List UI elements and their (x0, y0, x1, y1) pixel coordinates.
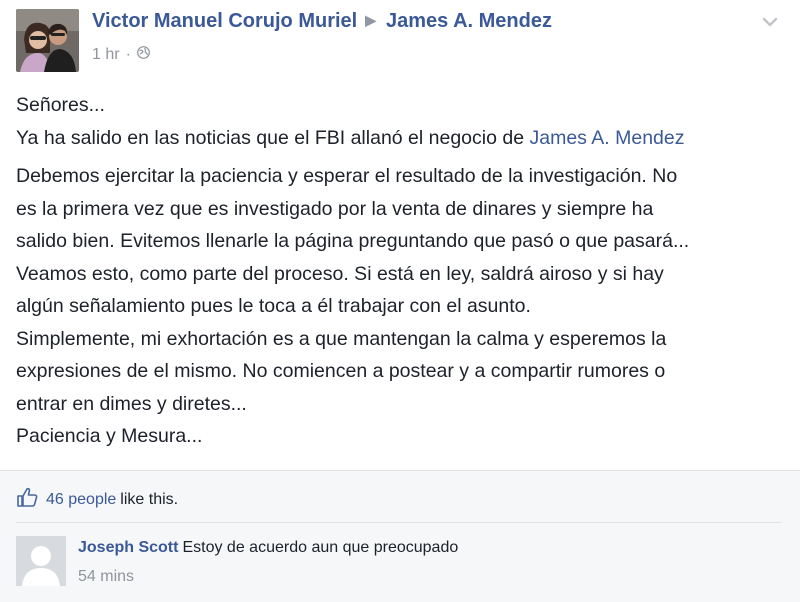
post-line-with-mention: Ya ha salido en las noticias que el FBI … (16, 126, 685, 149)
post-card: Victor Manuel Corujo Muriel ▶ James A. Men… (0, 0, 800, 470)
comment-text: Estoy de acuerdo aun que preocupado (182, 539, 459, 556)
post-line: Paciencia y Mesura... (16, 425, 203, 447)
post-line: salido bien. Evitemos llenarle la página… (16, 230, 690, 252)
like-count-link[interactable]: 46 people (46, 491, 116, 509)
likes-text: like this. (120, 490, 179, 508)
commenter-avatar[interactable] (16, 536, 66, 586)
post-line: Señores... (16, 94, 105, 116)
separator-dot: · (125, 46, 131, 63)
post-timestamp[interactable]: 1 hr (92, 46, 120, 64)
post-meta: 1 hr · (92, 46, 150, 64)
thumbs-up-icon[interactable] (16, 487, 38, 512)
post-line: Veamos esto, como parte del proceso. Si … (16, 262, 664, 285)
post-line: Debemos ejercitar la paciencia y esperar… (16, 165, 678, 187)
post-line: algún señalamiento pues le toca a él tra… (16, 295, 531, 317)
post-header: Victor Manuel Corujo Muriel ▶ James A. Men… (92, 10, 552, 33)
author-avatar[interactable] (16, 9, 79, 72)
post-line: entrar en dimes y diretes... (16, 392, 247, 415)
divider (16, 522, 781, 523)
post-line: expresiones de el mismo. No comiencen a … (16, 360, 666, 382)
post-footer: 46 people like this. Joseph Scott Estoy d… (0, 470, 800, 602)
author-name-link[interactable]: Victor Manuel Corujo Muriel (92, 10, 357, 32)
post-line: Simplemente, mi exhortación es a que man… (16, 327, 667, 350)
commenter-name-link[interactable]: Joseph Scott (78, 539, 178, 556)
comment-timestamp[interactable]: 54 mins (78, 568, 134, 586)
mention-link[interactable]: James A. Mendez (529, 127, 684, 149)
comment: Joseph Scott Estoy de acuerdo aun que pre… (78, 539, 458, 557)
target-profile-link[interactable]: James A. Mendez (386, 10, 552, 32)
globe-icon[interactable] (137, 46, 150, 64)
arrow-right-icon: ▶ (365, 12, 376, 28)
post-text: Señores... Ya ha salido en las noticias … (16, 89, 786, 453)
post-line: es la primera vez que es investigado por… (16, 197, 654, 220)
post-options-chevron-icon[interactable] (760, 12, 780, 32)
likes-summary: 46 people like this. (16, 487, 178, 512)
